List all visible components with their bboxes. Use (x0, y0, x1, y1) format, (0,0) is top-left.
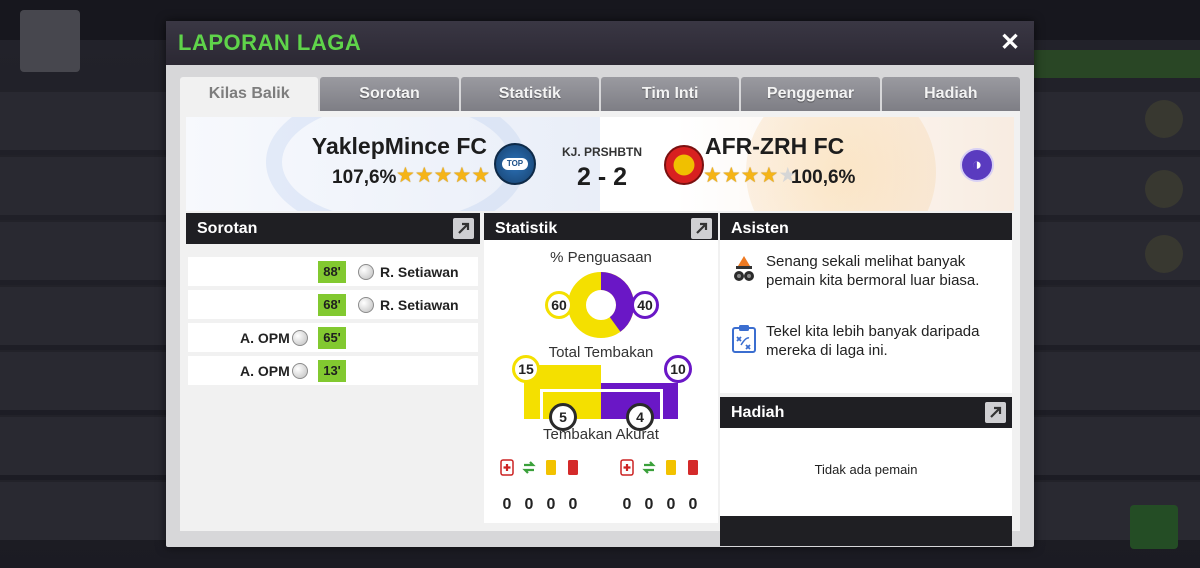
star-icon: ★ (414, 164, 434, 187)
sorotan-panel-header: Sorotan (186, 213, 480, 244)
hadiah-title: Hadiah (731, 404, 785, 421)
possession-away-value: 40 (631, 291, 659, 319)
red-card-icon (688, 460, 698, 475)
star-icon: ★ (759, 164, 779, 187)
red-card-icon (568, 460, 578, 475)
star-icon: ★ (433, 164, 453, 187)
tactics-clipboard-icon (732, 325, 756, 353)
substitution-icon (642, 461, 656, 474)
goal-event-row: 68' R. Setiawan (188, 290, 478, 319)
star-icon: ★ (703, 164, 722, 187)
away-yellow-cards-count: 0 (666, 496, 676, 513)
sorotan-title: Sorotan (197, 220, 258, 237)
football-icon (292, 330, 308, 346)
on-target-label: Tembakan Akurat (543, 426, 659, 443)
goal-scorer: A. OPM (240, 363, 290, 379)
home-yellow-cards-count: 0 (546, 496, 556, 513)
home-injuries-count: 0 (502, 496, 512, 513)
star-icon: ★ (396, 164, 415, 187)
star-icon: ★ (452, 164, 472, 187)
injury-icon (620, 459, 634, 476)
yellow-card-icon (546, 460, 556, 475)
match-report-modal: LAPORAN LAGA ✕ Kilas Balik Sorotan Stati… (166, 21, 1034, 547)
tab-hadiah[interactable]: Hadiah (881, 77, 1020, 111)
injury-icon (500, 459, 514, 476)
goal-scorer: R. Setiawan (380, 297, 459, 313)
away-team-crest (664, 145, 704, 185)
away-team-name: AFR-ZRH FC (705, 133, 845, 159)
match-score: 2 - 2 (576, 163, 628, 191)
goal-minute: 68' (318, 294, 346, 316)
goal-scorer: A. OPM (240, 330, 290, 346)
tab-tim-inti[interactable]: Tim Inti (600, 77, 740, 111)
away-injuries-count: 0 (622, 496, 632, 513)
home-red-cards-count: 0 (568, 496, 578, 513)
goal-event-row: 88' R. Setiawan (188, 257, 478, 286)
hadiah-empty-text: Tidak ada pemain (814, 462, 918, 477)
assistant-message: Tekel kita lebih banyak daripada mereka … (766, 323, 980, 359)
goal-minute: 65' (318, 327, 346, 349)
match-status: KJ. PRSHBTN (561, 145, 642, 159)
possession-home-value: 60 (545, 291, 573, 319)
tab-content: YaklepMince FC 107,6% ★★★★★ KJ. PRSHBTN … (180, 111, 1020, 546)
home-team-crest (494, 143, 536, 185)
star-icon: ★ (471, 164, 491, 187)
coach-icon (734, 256, 754, 281)
statistik-panel: % Penguasaan 60 40 Total Tembakan 15 10 … (484, 240, 718, 523)
hadiah-panel-header: Hadiah (720, 397, 1012, 428)
football-icon (358, 297, 374, 313)
goal-minute: 13' (318, 360, 346, 382)
away-red-cards-count: 0 (688, 496, 698, 513)
yellow-card-icon (666, 460, 676, 475)
star-icon: ★ (721, 164, 741, 187)
possession-donut (568, 272, 634, 338)
expand-icon[interactable] (985, 402, 1006, 423)
goal-event-row: A. OPM 13' (188, 356, 478, 385)
replay-icon[interactable]: ◑ (960, 148, 994, 182)
possession-away-arc (600, 272, 634, 332)
home-team-name: YaklepMince FC (311, 133, 487, 159)
goal-minute: 88' (318, 261, 346, 283)
assistant-message: Senang sekali melihat banyak pemain kita… (766, 253, 980, 289)
substitution-icon (522, 461, 536, 474)
asisten-title: Asisten (731, 220, 789, 237)
star-icon: ★ (740, 164, 760, 187)
tab-statistik[interactable]: Statistik (460, 77, 599, 111)
expand-icon[interactable] (691, 218, 712, 239)
home-star-rating: ★ ★ ★ ★ ★ (396, 164, 490, 188)
tab-penggemar[interactable]: Penggemar (741, 77, 880, 111)
scoreboard: YaklepMince FC 107,6% ★★★★★ KJ. PRSHBTN … (186, 117, 1014, 211)
goal-event-row: A. OPM 65' (188, 323, 478, 352)
goal-scorer: R. Setiawan (380, 264, 459, 280)
modal-title: LAPORAN LAGA (178, 30, 362, 55)
away-star-rating: ★ ★ ★ ★ ★ (703, 164, 797, 188)
tab-bar: Kilas Balik Sorotan Statistik Tim Inti P… (180, 77, 1020, 111)
statistik-title: Statistik (495, 220, 558, 237)
total-shots-home-value: 15 (512, 355, 540, 383)
total-shots-away-value: 10 (664, 355, 692, 383)
possession-label: % Penguasaan (550, 249, 652, 266)
home-substitutions-count: 0 (524, 496, 534, 513)
expand-icon[interactable] (453, 218, 474, 239)
home-team-rating: 107,6% (332, 167, 397, 188)
away-team-rating: 100,6% (791, 167, 856, 188)
modal-header: LAPORAN LAGA ✕ (166, 21, 1034, 65)
hadiah-panel: Tidak ada pemain (720, 428, 1012, 516)
asisten-panel: Senang sekali melihat banyak pemain kita… (720, 240, 1012, 393)
tab-sorotan[interactable]: Sorotan (320, 77, 459, 111)
tab-kilas-balik[interactable]: Kilas Balik (180, 77, 319, 111)
football-icon (358, 264, 374, 280)
hadiah-footer-bar (720, 516, 1012, 546)
away-substitutions-count: 0 (644, 496, 654, 513)
close-button[interactable]: ✕ (996, 29, 1024, 57)
football-icon (292, 363, 308, 379)
